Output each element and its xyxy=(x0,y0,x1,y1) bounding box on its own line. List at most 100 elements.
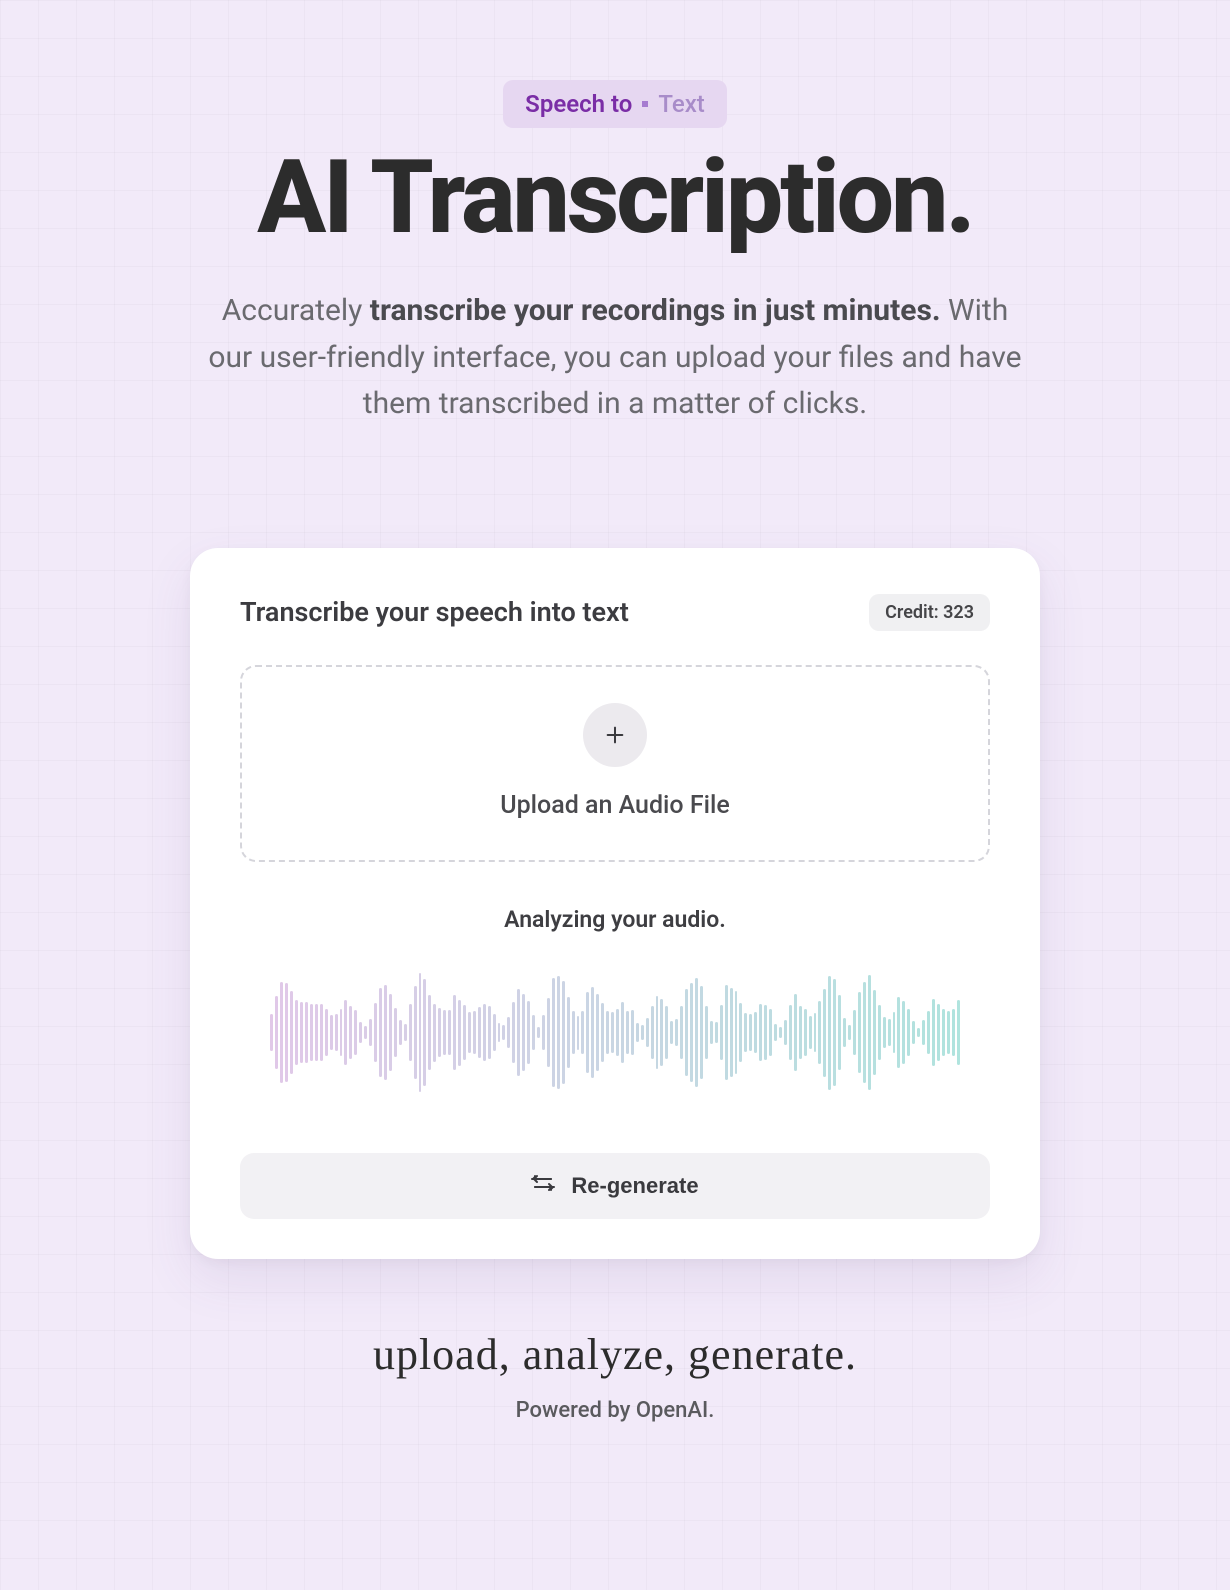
waveform-bar xyxy=(710,1021,713,1045)
waveform-bar xyxy=(310,1004,313,1061)
waveform-bar xyxy=(690,983,693,1082)
conversion-badge: Speech to Text xyxy=(503,80,727,128)
waveform-bar xyxy=(394,1008,397,1057)
waveform-bar xyxy=(952,1009,955,1056)
status-text: Analyzing your audio. xyxy=(240,906,990,933)
waveform-bar xyxy=(789,1005,792,1060)
waveform-bar xyxy=(749,1014,752,1052)
waveform-bar xyxy=(384,985,387,1080)
waveform-bar xyxy=(458,1000,461,1066)
waveform-bar xyxy=(433,1004,436,1062)
waveform-bar xyxy=(888,1019,891,1046)
waveform-bar xyxy=(581,1011,584,1055)
waveform-bar xyxy=(764,1005,767,1060)
subtitle-strong: transcribe your recordings in just minut… xyxy=(370,293,941,328)
waveform-bar xyxy=(779,1027,782,1039)
waveform-bar xyxy=(374,1003,377,1063)
waveform-bar xyxy=(379,988,382,1078)
waveform-bar xyxy=(562,981,565,1083)
waveform-bar xyxy=(542,1015,545,1050)
waveform-bar xyxy=(596,994,599,1071)
waveform-bar xyxy=(705,1006,708,1060)
waveform-bar xyxy=(285,983,288,1081)
waveform-bar xyxy=(917,1028,920,1036)
waveform-bar xyxy=(591,987,594,1078)
waveform-bar xyxy=(404,1024,407,1040)
credit-badge: Credit: 323 xyxy=(869,594,990,631)
waveform-bar xyxy=(878,1005,881,1059)
waveform-bar xyxy=(567,997,570,1068)
waveform-bar xyxy=(868,975,871,1090)
badge-left-text: Speech to xyxy=(525,90,632,118)
waveform-bar xyxy=(937,1004,940,1061)
waveform-bar xyxy=(428,995,431,1070)
waveform-bar xyxy=(448,1010,451,1054)
waveform-bar xyxy=(349,1006,352,1060)
waveform-bar xyxy=(621,1002,624,1062)
upload-dropzone[interactable]: Upload an Audio File xyxy=(240,665,990,862)
waveform-bar xyxy=(715,1022,718,1043)
waveform-bar xyxy=(320,1004,323,1062)
waveform-bar xyxy=(947,1011,950,1054)
waveform-bar xyxy=(601,1003,604,1062)
waveform-bar xyxy=(823,989,826,1077)
badge-right-text: Text xyxy=(658,90,704,118)
waveform-bar xyxy=(927,1011,930,1054)
waveform-bar xyxy=(809,1016,812,1049)
waveform-bar xyxy=(848,1025,851,1040)
waveform-bar xyxy=(863,982,866,1084)
waveform-bar xyxy=(942,1009,945,1056)
dot-separator-icon xyxy=(642,101,648,107)
page-subtitle: Accurately transcribe your recordings in… xyxy=(205,288,1025,428)
waveform-bar xyxy=(739,1003,742,1062)
waveform-bar xyxy=(833,979,836,1086)
waveform-bar xyxy=(631,1010,634,1055)
waveform-bar xyxy=(883,1017,886,1048)
waveform-bar xyxy=(611,1012,614,1054)
waveform-bar xyxy=(369,1019,372,1046)
waveform-visualization xyxy=(240,953,990,1113)
waveform-bar xyxy=(468,1012,471,1053)
plus-icon xyxy=(583,703,647,767)
powered-by-text: Powered by OpenAI. xyxy=(373,1398,857,1423)
waveform-bar xyxy=(275,996,278,1068)
waveform-bar xyxy=(838,995,841,1070)
waveform-bar xyxy=(700,986,703,1079)
waveform-bar xyxy=(389,994,392,1072)
waveform-bar xyxy=(853,1010,856,1056)
waveform-bar xyxy=(606,1011,609,1054)
waveform-bar xyxy=(498,1023,501,1042)
waveform-bar xyxy=(769,1009,772,1057)
waveform-bar xyxy=(280,982,283,1083)
waveform-bar xyxy=(922,1020,925,1045)
waveform-bar xyxy=(730,988,733,1078)
waveform-bar xyxy=(522,994,525,1071)
waveform-bar xyxy=(537,1027,540,1038)
waveform-bar xyxy=(414,986,417,1080)
waveform-bar xyxy=(330,1015,333,1050)
waveform-bar xyxy=(675,1019,678,1046)
transcription-card: Transcribe your speech into text Credit:… xyxy=(190,548,1040,1259)
waveform-bar xyxy=(364,1026,367,1040)
waveform-bar xyxy=(902,1001,905,1064)
card-container: Transcribe your speech into text Credit:… xyxy=(0,488,1230,1279)
waveform-bar xyxy=(354,1010,357,1055)
waveform-bar xyxy=(818,1001,821,1064)
waveform-bar xyxy=(419,973,422,1092)
waveform-bar xyxy=(656,996,659,1070)
waveform-bar xyxy=(651,1006,654,1059)
waveform-bar xyxy=(315,1004,318,1060)
waveform-bar xyxy=(626,1011,629,1055)
waveform-bar xyxy=(443,1010,446,1056)
waveform-bar xyxy=(897,997,900,1068)
waveform-bar xyxy=(502,1025,505,1041)
waveform-bar xyxy=(735,991,738,1073)
waveform-bar xyxy=(754,1012,757,1053)
waveform-bar xyxy=(290,991,293,1073)
tagline-text: upload, analyze, generate. xyxy=(373,1329,857,1380)
waveform-bar xyxy=(907,1009,910,1056)
waveform-bar xyxy=(725,985,728,1080)
waveform-bar xyxy=(828,976,831,1090)
card-title: Transcribe your speech into text xyxy=(240,596,629,628)
regenerate-button[interactable]: Re-generate xyxy=(240,1153,990,1219)
